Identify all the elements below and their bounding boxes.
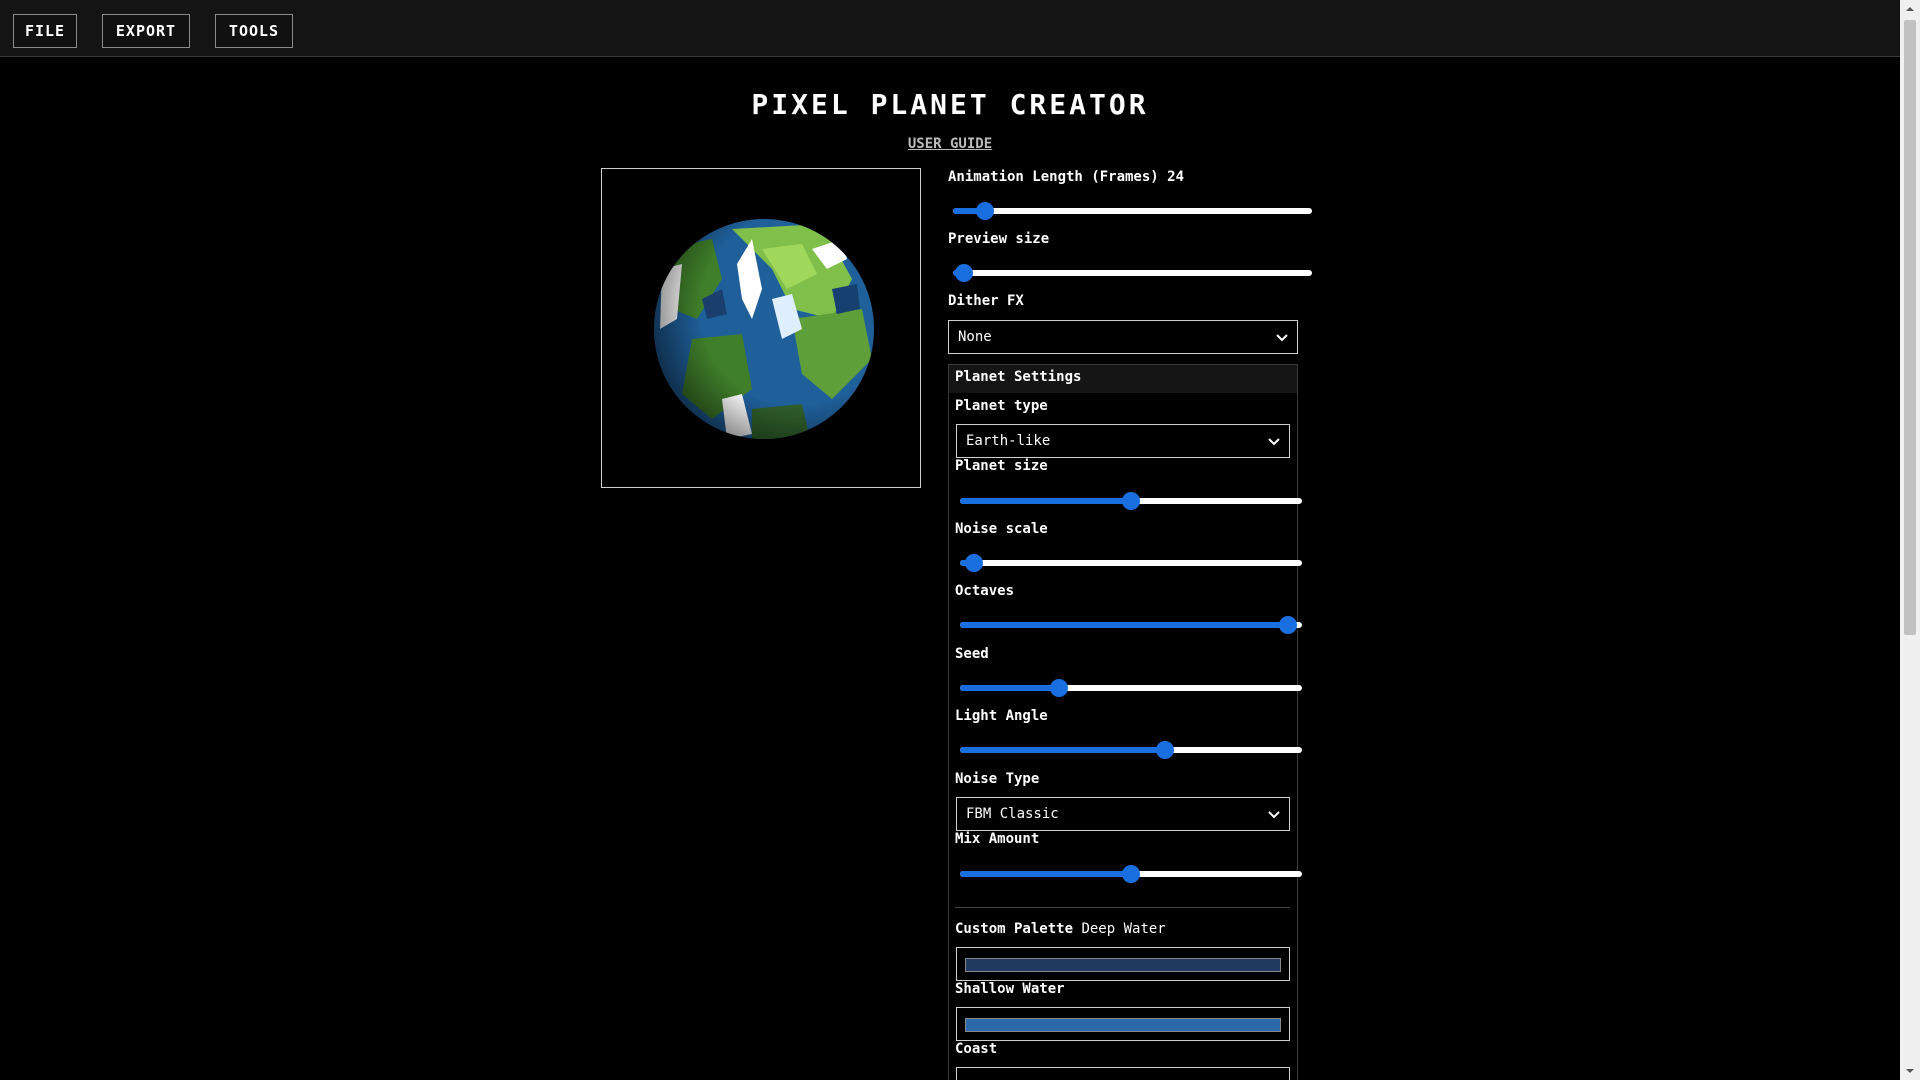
shallow-water-swatch bbox=[965, 1018, 1281, 1032]
dither-fx-select[interactable]: None bbox=[948, 320, 1298, 354]
slider-thumb[interactable] bbox=[1122, 492, 1140, 510]
slider-track bbox=[953, 270, 1312, 276]
coast-label: Coast bbox=[955, 1041, 998, 1057]
shallow-water-label: Shallow Water bbox=[955, 981, 1065, 997]
slider-fill bbox=[960, 622, 1289, 628]
animation-length-label: Animation Length (Frames) 24 bbox=[948, 169, 1184, 185]
slider-fill bbox=[960, 747, 1166, 753]
animation-length-slider[interactable] bbox=[953, 201, 1312, 221]
slider-fill bbox=[960, 685, 1060, 691]
dither-fx-value: None bbox=[958, 329, 992, 345]
slider-thumb[interactable] bbox=[1279, 616, 1298, 634]
mix-amount-slider[interactable] bbox=[960, 864, 1302, 884]
animation-length-value: 24 bbox=[1167, 169, 1185, 185]
slider-thumb[interactable] bbox=[976, 202, 995, 220]
light-angle-label: Light Angle bbox=[955, 708, 1048, 724]
scroll-down-icon[interactable] bbox=[1905, 1066, 1915, 1076]
custom-palette-heading: Custom Palette Deep Water bbox=[955, 921, 1166, 937]
noise-type-label: Noise Type bbox=[955, 771, 1040, 787]
slider-thumb[interactable] bbox=[1156, 741, 1175, 759]
page-scrollbar[interactable] bbox=[1900, 0, 1920, 1080]
planet-settings-heading: Planet Settings bbox=[955, 369, 1082, 385]
shallow-water-color-input[interactable] bbox=[956, 1007, 1290, 1041]
chevron-down-icon bbox=[1276, 334, 1288, 342]
scrollbar-thumb[interactable] bbox=[1904, 20, 1916, 635]
mix-amount-label: Mix Amount bbox=[955, 831, 1040, 847]
page-title: PIXEL PLANET CREATOR bbox=[751, 88, 1149, 121]
octaves-label: Octaves bbox=[955, 583, 1015, 599]
octaves-slider[interactable] bbox=[960, 615, 1302, 635]
planet-image bbox=[654, 219, 874, 439]
seed-label: Seed bbox=[955, 646, 989, 662]
light-angle-slider[interactable] bbox=[960, 740, 1302, 760]
planet-type-label: Planet type bbox=[955, 398, 1048, 414]
noise-scale-label: Noise scale bbox=[955, 521, 1048, 537]
coast-color-input[interactable] bbox=[956, 1067, 1290, 1080]
slider-track bbox=[953, 208, 1312, 214]
planet-size-slider[interactable] bbox=[960, 491, 1302, 511]
scroll-up-icon[interactable] bbox=[1905, 4, 1915, 14]
custom-palette-title: Custom Palette bbox=[955, 921, 1074, 937]
noise-type-select[interactable]: FBM Classic bbox=[956, 797, 1290, 831]
deep-water-label: Deep Water bbox=[1081, 921, 1166, 937]
slider-fill bbox=[960, 871, 1131, 877]
slider-thumb[interactable] bbox=[964, 554, 983, 572]
tools-menu-button[interactable]: TOOLS bbox=[215, 14, 293, 48]
noise-scale-slider[interactable] bbox=[960, 553, 1302, 573]
file-menu-button[interactable]: FILE bbox=[13, 14, 77, 48]
slider-track bbox=[960, 560, 1302, 566]
planet-size-label: Planet size bbox=[955, 458, 1048, 474]
seed-slider[interactable] bbox=[960, 678, 1302, 698]
noise-type-value: FBM Classic bbox=[966, 806, 1059, 822]
planet-type-value: Earth-like bbox=[966, 433, 1051, 449]
chevron-down-icon bbox=[1268, 811, 1280, 819]
export-menu-button[interactable]: EXPORT bbox=[102, 14, 190, 48]
preview-size-slider[interactable] bbox=[953, 263, 1312, 283]
user-guide-link[interactable]: USER GUIDE bbox=[0, 136, 1900, 152]
panel-divider bbox=[955, 907, 1290, 908]
deep-water-color-input[interactable] bbox=[956, 947, 1290, 981]
slider-thumb[interactable] bbox=[1122, 865, 1140, 883]
preview-size-label: Preview size bbox=[948, 231, 1050, 247]
slider-fill bbox=[960, 498, 1131, 504]
planet-type-select[interactable]: Earth-like bbox=[956, 424, 1290, 458]
menu-bar: FILE EXPORT TOOLS bbox=[0, 0, 1900, 57]
slider-thumb[interactable] bbox=[954, 264, 973, 282]
animation-length-text: Animation Length (Frames) bbox=[948, 169, 1159, 185]
chevron-down-icon bbox=[1268, 438, 1280, 446]
slider-thumb[interactable] bbox=[1050, 679, 1069, 697]
planet-preview bbox=[601, 168, 921, 488]
deep-water-swatch bbox=[965, 958, 1281, 972]
dither-fx-label: Dither FX bbox=[948, 293, 1024, 309]
